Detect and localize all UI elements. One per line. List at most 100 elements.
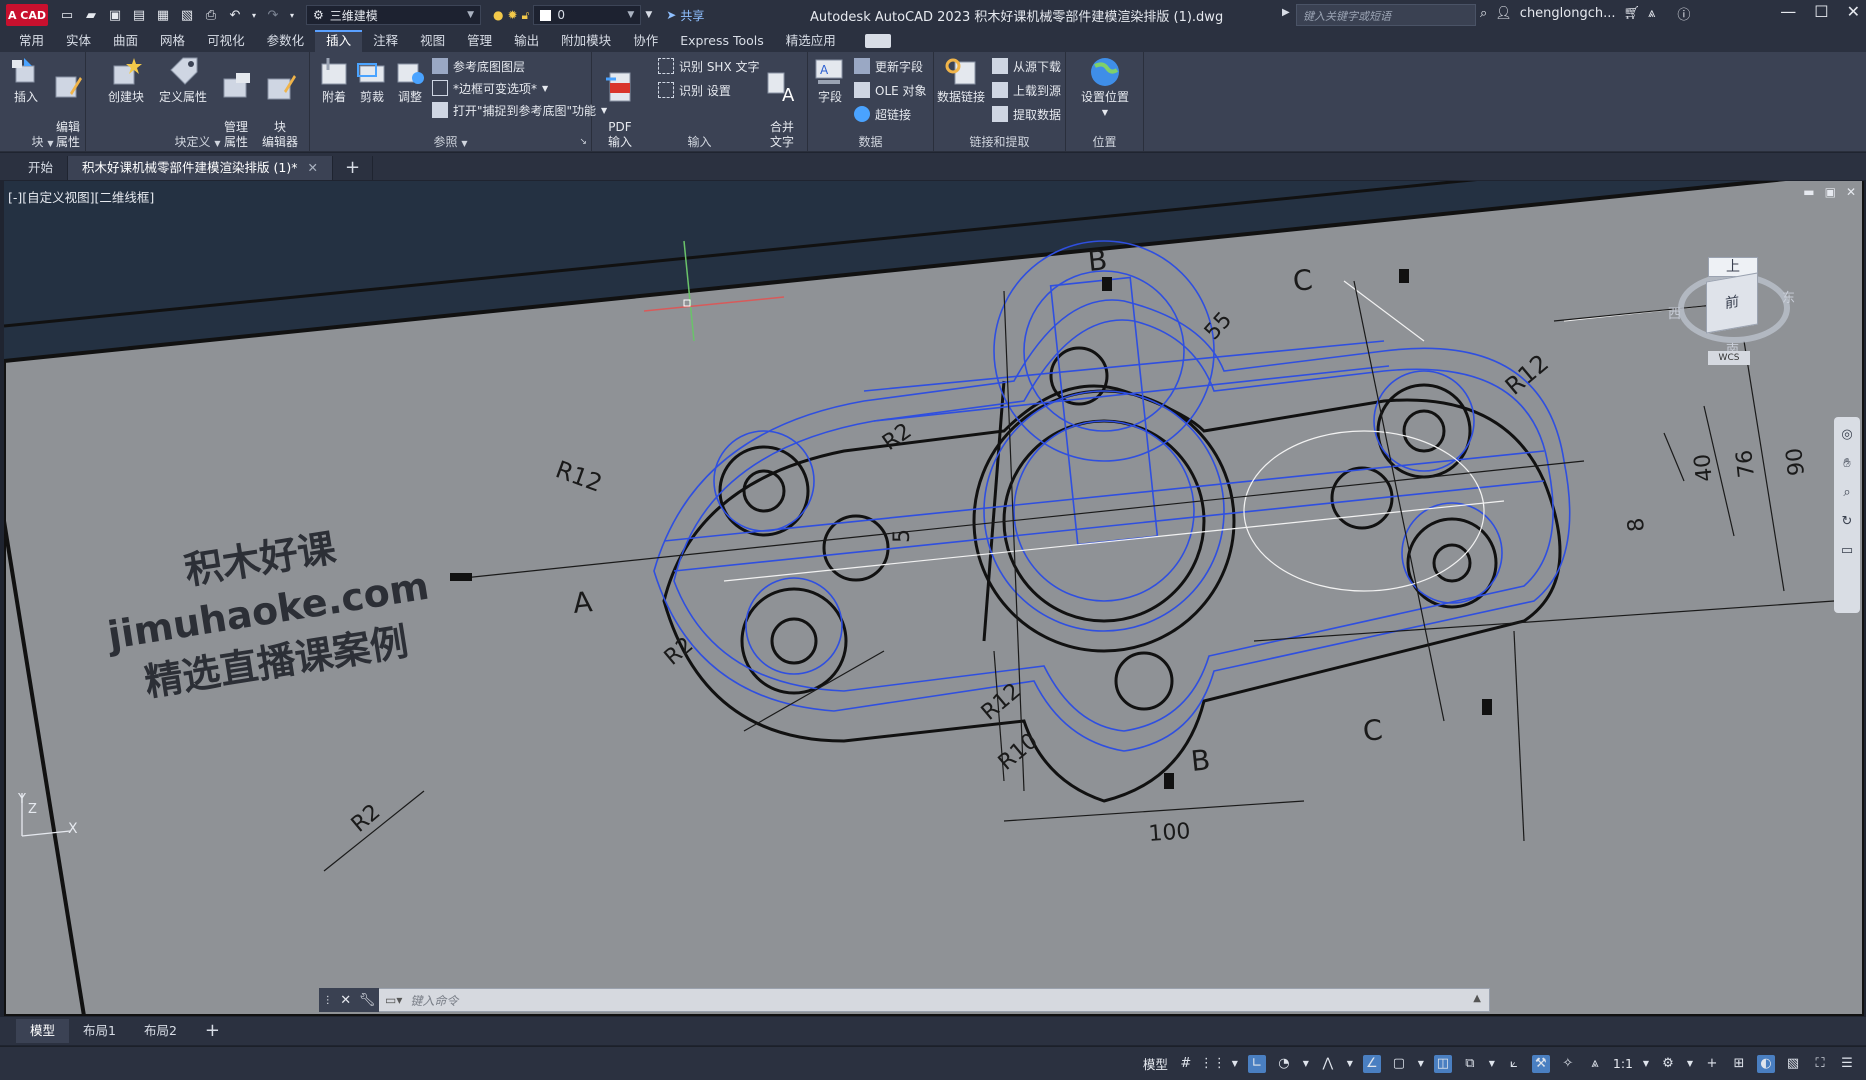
clean-screen-icon[interactable]: ⛶ xyxy=(1811,1055,1829,1073)
panel-title-data[interactable]: 数据 xyxy=(808,134,933,150)
tab-express-tools[interactable]: Express Tools xyxy=(669,30,775,52)
panel-title-import[interactable]: 输入 xyxy=(592,134,807,150)
chevron-down-icon[interactable]: ▼ xyxy=(1488,1055,1496,1073)
cart-icon[interactable]: 🛒︎ xyxy=(1624,6,1641,21)
tab-parametric[interactable]: 参数化 xyxy=(256,30,316,52)
new-tab-button[interactable]: + xyxy=(333,156,374,180)
gizmo-icon[interactable]: ✧ xyxy=(1559,1055,1577,1073)
graphics-performance-icon[interactable]: ▧ xyxy=(1784,1055,1802,1073)
command-history-icon[interactable]: ▭▾ xyxy=(385,993,402,1007)
3d-object-snap-icon[interactable]: ◫ xyxy=(1433,1054,1452,1073)
search-expand-icon[interactable]: ▶ xyxy=(1282,7,1290,18)
maximize-icon[interactable]: ☐ xyxy=(1814,2,1828,21)
app-logo[interactable]: A CAD xyxy=(6,4,48,26)
ribbon-minimize-icon[interactable] xyxy=(864,34,891,48)
plot-icon[interactable]: ▧ xyxy=(178,6,196,24)
recognize-shx-button[interactable]: 识别 SHX 文字 xyxy=(658,56,760,76)
new-file-icon[interactable]: ▭ xyxy=(58,6,76,24)
frame-variable-dropdown[interactable]: *边框可变选项* ▼ xyxy=(432,78,548,98)
minimize-icon[interactable]: — xyxy=(1780,2,1796,21)
wrench-icon[interactable]: 🔧︎ xyxy=(359,993,376,1008)
tab-addins[interactable]: 附加模块 xyxy=(550,30,622,52)
adjust-button[interactable]: 调整 xyxy=(390,56,430,105)
grid-icon[interactable]: # xyxy=(1177,1055,1195,1073)
search-icon[interactable]: ⌕ xyxy=(1480,6,1487,21)
tab-layout2[interactable]: 布局2 xyxy=(130,1019,191,1043)
extract-data-button[interactable]: 提取数据 xyxy=(992,104,1061,124)
more-dropdown-icon[interactable]: ▼ xyxy=(645,10,652,20)
tab-surface[interactable]: 曲面 xyxy=(102,30,149,52)
tab-home[interactable]: 常用 xyxy=(8,30,55,52)
tab-solid[interactable]: 实体 xyxy=(55,30,102,52)
chevron-down-icon[interactable]: ▼ xyxy=(1231,1055,1239,1073)
model-space-button[interactable]: 模型 xyxy=(1143,1054,1168,1073)
snap-underlay-dropdown[interactable]: 打开"捕捉到参考底图"功能 ▼ xyxy=(432,100,607,120)
chevron-down-icon[interactable]: ▼ xyxy=(1642,1055,1650,1073)
panel-title-location[interactable]: 位置 xyxy=(1066,134,1143,150)
isodraft-icon[interactable]: ⋀ xyxy=(1319,1055,1337,1073)
tab-start[interactable]: 开始 xyxy=(14,156,69,180)
isolate-objects-icon[interactable]: ◐ xyxy=(1757,1054,1775,1073)
recognize-settings-button[interactable]: 识别 设置 xyxy=(658,80,731,100)
tab-insert[interactable]: 插入 xyxy=(315,30,363,52)
command-line[interactable]: ⋮ ✕ 🔧︎ ▭▾ 键入命令 ▲ xyxy=(319,988,1490,1012)
close-icon[interactable]: ✕ xyxy=(1847,2,1860,21)
zoom-icon[interactable]: ⌕ xyxy=(1843,485,1850,500)
dynamic-ucs-icon[interactable]: ⟀ xyxy=(1505,1055,1523,1073)
tab-featured-apps[interactable]: 精选应用 xyxy=(775,30,847,52)
units-icon[interactable]: ⊞ xyxy=(1730,1055,1748,1073)
web-save-icon[interactable]: ▦ xyxy=(154,6,172,24)
help-icon[interactable]: ⓘ xyxy=(1677,4,1690,23)
add-layout-button[interactable]: + xyxy=(191,1019,234,1043)
viewcube[interactable]: 上 前 西 东 南 WCS xyxy=(1668,251,1800,371)
chevron-down-icon[interactable]: ▼ xyxy=(1417,1055,1425,1073)
tab-output[interactable]: 输出 xyxy=(503,30,550,52)
create-block-button[interactable]: 创建块 xyxy=(106,56,146,105)
share-button[interactable]: ➤ 共享 xyxy=(666,7,704,24)
viewport-minimize-icon[interactable]: ▬ xyxy=(1803,185,1814,199)
underlay-layers-button[interactable]: 参考底图图层 xyxy=(432,56,525,76)
set-location-button[interactable]: 设置位置 ▼ xyxy=(1078,56,1132,120)
tab-mesh[interactable]: 网格 xyxy=(149,30,196,52)
redo-dropdown-icon[interactable]: ▾ xyxy=(288,6,296,24)
customize-icon[interactable]: ☰ xyxy=(1838,1055,1856,1073)
redo-icon[interactable]: ↷ xyxy=(264,6,282,24)
tab-layout1[interactable]: 布局1 xyxy=(69,1019,130,1043)
grip-icon[interactable]: ⋮ xyxy=(323,995,333,1006)
selection-filter-icon[interactable]: ⚒ xyxy=(1531,1054,1550,1073)
undo-icon[interactable]: ↶ xyxy=(226,6,244,24)
close-icon[interactable]: ✕ xyxy=(340,993,351,1008)
compass-west[interactable]: 西 xyxy=(1668,303,1681,322)
user-name[interactable]: chenglongch... xyxy=(1520,6,1616,21)
hyperlink-button[interactable]: 超链接 xyxy=(854,104,911,124)
insert-button[interactable]: 插入 xyxy=(6,56,46,105)
viewport-label[interactable]: [-][自定义视图][二维线框] xyxy=(8,187,154,206)
add-icon[interactable]: + xyxy=(1703,1055,1721,1073)
drawing-viewport[interactable]: B C A C B R12 R2 5 55 R12 40 76 90 8 R2 … xyxy=(4,181,1864,1016)
orbit-icon[interactable]: ↻ xyxy=(1842,514,1853,529)
download-source-button[interactable]: 从源下载 xyxy=(992,56,1061,76)
panel-title-block[interactable]: 块 ▼ xyxy=(0,134,85,150)
workspace-switch-icon[interactable]: ⚙ xyxy=(1659,1055,1677,1073)
field-button[interactable]: A 字段 xyxy=(810,56,850,105)
annotation-visibility-icon[interactable]: ⩓ xyxy=(1586,1055,1604,1073)
close-icon[interactable]: ✕ xyxy=(307,160,317,175)
panel-title-reference[interactable]: 参照 ▼ ↘ xyxy=(310,134,591,150)
upload-source-button[interactable]: 上载到源 xyxy=(992,80,1061,100)
panel-title-linking[interactable]: 链接和提取 xyxy=(934,134,1065,150)
selection-cycling-icon[interactable]: ⧉ xyxy=(1461,1055,1479,1073)
save-as-icon[interactable]: ▤ xyxy=(130,6,148,24)
print-icon[interactable]: ⎙ xyxy=(202,6,220,24)
tab-manage[interactable]: 管理 xyxy=(456,30,503,52)
open-folder-icon[interactable]: ▰ xyxy=(82,6,100,24)
chevron-down-icon[interactable]: ▼ xyxy=(1346,1055,1354,1073)
clip-button[interactable]: 剪裁 xyxy=(352,56,392,105)
layer-dropdown[interactable]: 0 ▼ xyxy=(533,5,642,25)
viewport-close-icon[interactable]: ✕ xyxy=(1846,185,1856,199)
wcs-menu[interactable]: WCS xyxy=(1708,351,1750,365)
tab-model[interactable]: 模型 xyxy=(16,1019,70,1043)
undo-dropdown-icon[interactable]: ▾ xyxy=(250,6,258,24)
steering-wheel-icon[interactable]: ◎ xyxy=(1841,427,1852,442)
tab-active-drawing[interactable]: 积木好课机械零部件建模渲染排版 (1)* ✕ xyxy=(68,156,333,180)
object-snap-icon[interactable]: ▢ xyxy=(1390,1055,1408,1073)
